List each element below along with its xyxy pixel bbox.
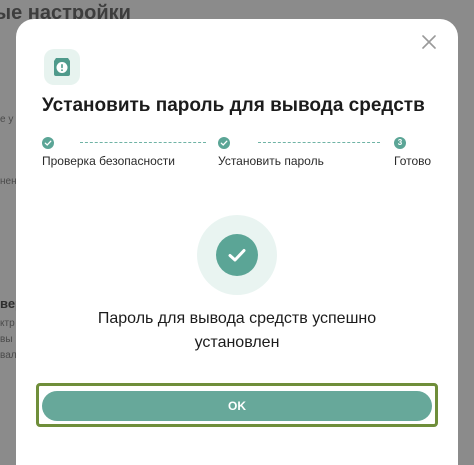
success-check-icon <box>216 234 258 276</box>
step-label: Проверка безопасности <box>42 154 175 168</box>
background-fragment: нен <box>0 176 17 187</box>
step-3-number: 3 <box>397 138 403 147</box>
ok-button[interactable]: OK <box>42 391 432 421</box>
background-fragment: вал <box>0 350 17 361</box>
step-connector <box>80 142 206 143</box>
dialog-title: Установить пароль для вывода средств <box>42 95 425 116</box>
shield-alert-icon <box>44 49 80 85</box>
step-1-check-icon <box>42 137 54 149</box>
step-2-check-icon <box>218 137 230 149</box>
background-fragment: вы <box>0 334 13 345</box>
close-icon[interactable] <box>420 33 438 51</box>
step-connector <box>258 142 380 143</box>
password-success-dialog: Установить пароль для вывода средств 3 П… <box>16 19 458 465</box>
step-label: Установить пароль <box>218 154 324 168</box>
success-message: Пароль для вывода средств успешно устано… <box>97 310 377 351</box>
step-label: Готово <box>394 154 432 168</box>
progress-steps: 3 Проверка безопасности Установить парол… <box>42 137 432 181</box>
background-fragment: ктр <box>0 318 15 329</box>
success-badge <box>197 215 277 295</box>
background-fragment: е у <box>0 114 14 125</box>
step-3-indicator: 3 <box>394 137 406 149</box>
